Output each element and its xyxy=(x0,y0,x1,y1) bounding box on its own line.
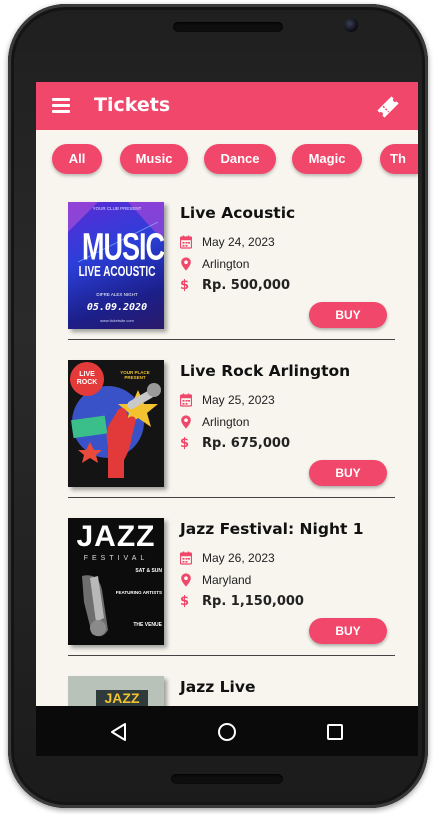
event-title: Jazz Festival: Night 1 xyxy=(180,520,364,538)
poster-days: SAT & SUN xyxy=(135,568,162,574)
poster-headline: JAZZ xyxy=(96,690,148,706)
poster-names: DIFRE ALEX NIGHT xyxy=(96,292,138,297)
category-filter-bar: All Music Dance Magic Th xyxy=(36,144,418,176)
earpiece-speaker xyxy=(173,22,283,32)
location-pin-icon xyxy=(181,415,191,429)
poster-footer: www.ticketsite.com xyxy=(100,318,134,323)
event-list-item[interactable]: YOUR CLUB PRESENT MUSIC LIVE ACOUSTIC DI… xyxy=(68,190,395,340)
buy-button[interactable]: BUY xyxy=(309,460,387,486)
event-location: Arlington xyxy=(202,415,250,429)
event-date: May 24, 2023 xyxy=(202,235,275,249)
poster-headline: MUSIC xyxy=(82,226,164,268)
poster-featuring: FEATURING ARTISTS xyxy=(115,590,162,595)
list-divider xyxy=(68,655,395,656)
front-camera xyxy=(344,18,358,32)
event-date: May 26, 2023 xyxy=(202,551,275,565)
list-divider xyxy=(68,497,395,498)
event-title: Jazz Live xyxy=(180,678,256,696)
event-list-item[interactable]: JAZZ FESTIVAL SAT & SUN FEATURING ARTIST… xyxy=(68,506,395,656)
ticket-icon[interactable] xyxy=(374,93,402,121)
dollar-icon: $ xyxy=(180,594,190,609)
event-location: Arlington xyxy=(202,257,250,271)
recents-square-icon[interactable] xyxy=(323,720,347,744)
buy-button[interactable]: BUY xyxy=(309,302,387,328)
calendar-icon xyxy=(180,235,192,249)
poster-top-text: YOUR PLACE PRESENT xyxy=(120,370,150,380)
event-price: Rp. 675,000 xyxy=(202,436,290,451)
poster-top-text: YOUR CLUB PRESENT xyxy=(92,206,142,211)
poster-subline: FESTIVAL xyxy=(83,555,149,562)
event-poster-image: JAZZ FESTIVAL SAT & SUN FEATURING ARTIST… xyxy=(68,518,164,645)
app-bar: Tickets xyxy=(36,82,418,130)
category-chip-magic[interactable]: Magic xyxy=(292,144,362,174)
poster-subline: LIVE ACOUSTIC xyxy=(78,264,156,281)
app-title: Tickets xyxy=(94,94,171,116)
hamburger-menu-icon[interactable] xyxy=(52,98,70,113)
event-list-item[interactable]: JAZZ Jazz Live xyxy=(68,664,395,706)
event-price: Rp. 1,150,000 xyxy=(202,594,304,609)
event-poster-image: LIVE ROCK YOUR PLACE PRESENT xyxy=(68,360,164,487)
category-chip-music[interactable]: Music xyxy=(120,144,188,174)
category-chip-all[interactable]: All xyxy=(52,144,102,174)
poster-venue: THE VENUE xyxy=(133,622,162,628)
app-screen: Tickets All Music Dance Magic Th YOUR CL… xyxy=(36,82,418,706)
system-navigation-bar xyxy=(36,706,418,756)
dollar-icon: $ xyxy=(180,278,190,293)
list-divider xyxy=(68,339,395,340)
location-pin-icon xyxy=(181,573,191,587)
event-price: Rp. 500,000 xyxy=(202,278,290,293)
location-pin-icon xyxy=(181,257,191,271)
event-title: Live Acoustic xyxy=(180,204,296,222)
event-location: Maryland xyxy=(202,573,252,587)
back-triangle-icon[interactable] xyxy=(107,720,131,744)
category-chip-theater[interactable]: Th xyxy=(380,144,418,174)
event-title: Live Rock Arlington xyxy=(180,362,351,380)
bottom-speaker xyxy=(171,774,283,784)
dollar-icon: $ xyxy=(180,436,190,451)
event-poster-image: YOUR CLUB PRESENT MUSIC LIVE ACOUSTIC DI… xyxy=(68,202,164,329)
poster-date: 05.09.2020 xyxy=(86,302,148,313)
category-chip-dance[interactable]: Dance xyxy=(204,144,276,174)
calendar-icon xyxy=(180,551,192,565)
buy-button[interactable]: BUY xyxy=(309,618,387,644)
event-list-item[interactable]: LIVE ROCK YOUR PLACE PRESENT Live Rock A… xyxy=(68,348,395,498)
calendar-icon xyxy=(180,393,192,407)
poster-headline: JAZZ xyxy=(76,520,156,553)
event-date: May 25, 2023 xyxy=(202,393,275,407)
event-poster-image: JAZZ xyxy=(68,676,164,706)
poster-live-rock-badge: LIVE ROCK xyxy=(70,362,104,396)
home-circle-icon[interactable] xyxy=(215,720,239,744)
